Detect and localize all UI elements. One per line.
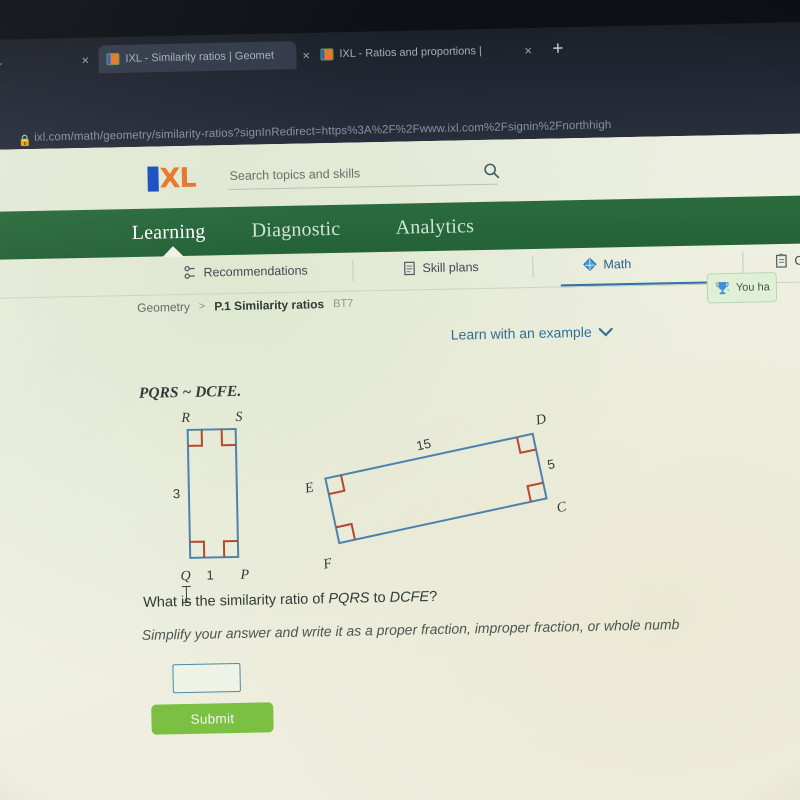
vertex-label-D: D [534, 412, 548, 429]
vertex-label-C: C [555, 499, 568, 516]
vertex-label-S: S [235, 410, 242, 425]
side-label-15: 15 [415, 436, 432, 454]
tab-close-icon[interactable]: × [302, 48, 310, 63]
ixl-favicon-icon [320, 48, 334, 61]
ixl-logo[interactable]: XL [147, 162, 196, 194]
figure-dcfe: E D F C 15 5 [303, 412, 569, 573]
logo-xl-text: XL [159, 162, 196, 194]
answer-input[interactable] [172, 662, 241, 694]
math-diamond-icon [583, 257, 597, 272]
submit-button[interactable]: Submit [151, 702, 274, 735]
similarity-statement: PQRS ~ DCFE. [138, 382, 242, 402]
tab-close-icon[interactable]: × [524, 43, 532, 58]
ixl-favicon-icon [106, 52, 120, 66]
breadcrumb-skill-code: BT7 [333, 297, 354, 310]
figures-area: R S Q P 3 1 E D F C 15 5 [137, 399, 621, 589]
subnav-item-common-core[interactable]: Commo [774, 252, 800, 268]
side-label-3: 3 [173, 486, 181, 501]
search-field-wrapper[interactable] [227, 161, 498, 191]
nav-tab-learning[interactable]: Learning [131, 221, 205, 245]
browser-tab[interactable]: ...ratios IXL [0, 46, 82, 77]
question-part-a: What is the similarity ratio of [142, 591, 329, 611]
subnav-label: Skill plans [422, 259, 479, 275]
instruction-text: Simplify your answer and write it as a p… [141, 616, 680, 643]
logo-i-block [147, 165, 159, 192]
subnav-label: Recommendations [203, 262, 308, 280]
award-banner[interactable]: You ha [706, 272, 778, 304]
vertex-label-E: E [303, 480, 316, 497]
subnav-divider [532, 255, 534, 278]
geometry-figures-svg: R S Q P 3 1 E D F C 15 5 [173, 410, 569, 584]
vertex-label-Q: Q [180, 569, 190, 584]
subnav-label: Math [603, 256, 632, 272]
subnav-item-recommendations[interactable]: Recommendations [182, 262, 308, 280]
tab-title: IXL - Ratios and proportions | [339, 45, 482, 61]
vertex-label-F: F [321, 556, 334, 573]
recommendations-icon [184, 265, 195, 279]
breadcrumb-skill: P.1 Similarity ratios [214, 297, 325, 314]
search-input[interactable] [227, 163, 472, 185]
question-figure-2: DCFE [389, 589, 430, 606]
learn-with-example-button[interactable]: Learn with an example [450, 323, 613, 343]
ixl-page: XL Learning Diagnostic Analytics [0, 133, 800, 800]
nav-tab-analytics[interactable]: Analytics [395, 215, 474, 240]
award-banner-text: You ha [735, 281, 770, 294]
subnav-divider [352, 259, 354, 282]
subnav-divider [742, 251, 744, 274]
browser-tab-active[interactable]: IXL - Similarity ratios | Geomet [98, 41, 297, 74]
trophy-icon [714, 280, 730, 294]
subnav-item-skill-plans[interactable]: Skill plans [402, 259, 479, 276]
breadcrumb-subject[interactable]: Geometry [137, 300, 190, 315]
question-part-c: ? [428, 588, 438, 606]
question-text: What is the similarity ratio of PQRS to … [143, 589, 437, 611]
search-icon[interactable] [482, 162, 500, 180]
photographed-screen: ...ratios IXL × IXL - Similarity ratios … [0, 0, 800, 800]
new-tab-button[interactable]: + [552, 38, 564, 59]
browser-tab[interactable]: IXL - Ratios and proportions | [320, 36, 516, 68]
tab-title: ...ratios IXL [0, 55, 3, 69]
breadcrumb-separator-icon: > [198, 300, 206, 313]
tab-title: IXL - Similarity ratios | Geomet [125, 49, 275, 65]
clipboard-icon [775, 253, 787, 268]
vertex-label-P: P [239, 568, 249, 583]
question-figure-1: PQRS [328, 590, 370, 608]
tab-close-icon[interactable]: × [81, 53, 89, 68]
side-label-5: 5 [546, 456, 556, 472]
learn-with-example-label: Learn with an example [450, 323, 592, 343]
skill-plans-icon [404, 261, 415, 276]
chevron-down-icon [598, 327, 613, 337]
breadcrumb: Geometry > P.1 Similarity ratios BT7 [137, 297, 353, 315]
nav-tab-diagnostic[interactable]: Diagnostic [251, 218, 340, 243]
vertex-label-R: R [180, 411, 190, 426]
figure-pqrs: R S Q P 3 1 [173, 410, 250, 584]
text-cursor-icon [185, 585, 188, 603]
question-part-b: to [369, 589, 390, 607]
subnav-item-math[interactable]: Math [582, 256, 631, 272]
side-label-1: 1 [206, 567, 214, 582]
subnav-label: Commo [794, 252, 800, 268]
